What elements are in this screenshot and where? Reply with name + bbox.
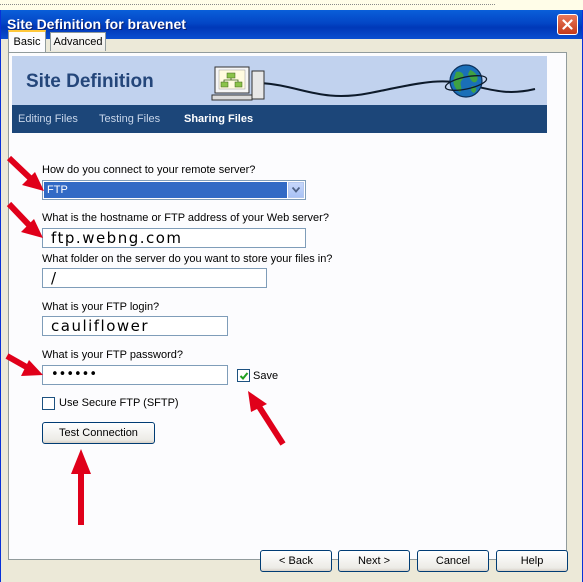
background-window-strip xyxy=(0,0,583,10)
cancel-button[interactable]: Cancel xyxy=(417,550,489,572)
dotted-border xyxy=(0,4,495,5)
back-button[interactable]: < Back xyxy=(260,550,332,572)
password-label: What is your FTP password? xyxy=(42,349,184,361)
login-input[interactable]: cauliflower xyxy=(42,316,228,336)
banner-title: Site Definition xyxy=(26,71,154,92)
save-password-checkbox[interactable] xyxy=(237,369,250,382)
header-banner: Site Definition xyxy=(12,56,547,105)
password-input[interactable]: •••••• xyxy=(42,365,228,385)
step-editing-files[interactable]: Editing Files xyxy=(18,113,78,125)
connection-type-value: FTP xyxy=(44,182,287,198)
connect-label: How do you connect to your remote server… xyxy=(42,164,256,176)
next-button[interactable]: Next > xyxy=(338,550,410,572)
folder-input[interactable]: / xyxy=(42,268,267,288)
folder-label: What folder on the server do you want to… xyxy=(42,253,333,265)
help-button[interactable]: Help xyxy=(496,550,568,572)
wizard-steps-bar: Editing Files Testing Files Sharing File… xyxy=(12,105,547,133)
step-testing-files[interactable]: Testing Files xyxy=(99,113,160,125)
dropdown-arrow-icon xyxy=(292,187,300,193)
sftp-checkbox[interactable] xyxy=(42,397,55,410)
host-label: What is the hostname or FTP address of y… xyxy=(42,212,329,224)
checkmark-icon xyxy=(239,372,249,380)
login-label: What is your FTP login? xyxy=(42,301,160,313)
tab-basic[interactable]: Basic xyxy=(8,30,46,52)
test-connection-button[interactable]: Test Connection xyxy=(42,422,155,444)
globe-icon xyxy=(444,64,488,98)
sftp-label: Use Secure FTP (SFTP) xyxy=(59,397,179,409)
dropdown-button[interactable] xyxy=(288,182,304,198)
save-label: Save xyxy=(253,370,279,382)
step-sharing-files[interactable]: Sharing Files xyxy=(184,113,253,125)
close-icon xyxy=(562,19,573,30)
host-input[interactable]: ftp.webng.com xyxy=(42,228,306,248)
close-button[interactable] xyxy=(557,14,578,35)
connection-type-select[interactable]: FTP xyxy=(42,180,306,200)
tab-advanced[interactable]: Advanced xyxy=(50,32,106,51)
computer-network-icon xyxy=(211,66,536,101)
